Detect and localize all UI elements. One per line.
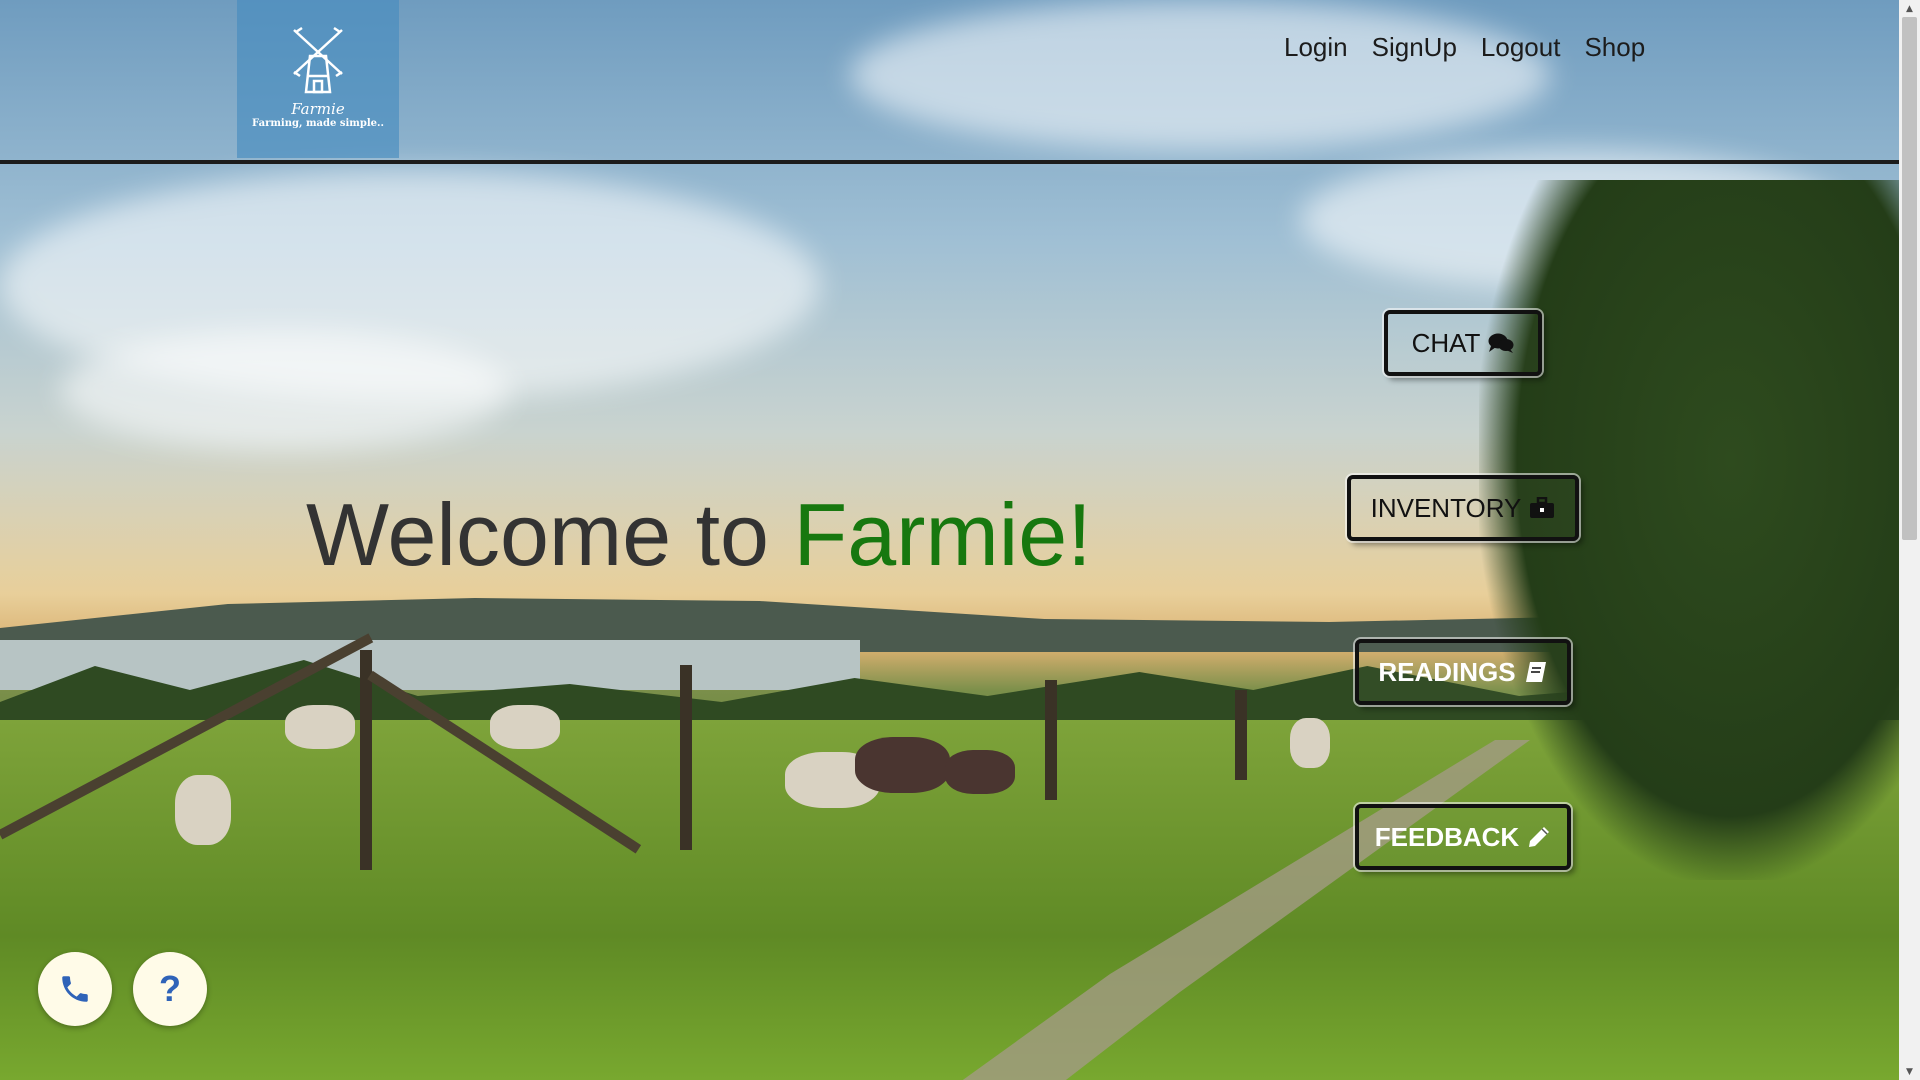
- nav-logout-link[interactable]: Logout: [1481, 32, 1561, 63]
- sheep: [945, 750, 1015, 794]
- phone-button[interactable]: [38, 952, 112, 1026]
- page-viewport: Farmie Farming, made simple.. Login Sign…: [0, 0, 1899, 1080]
- vertical-scrollbar[interactable]: ▲ ▼: [1899, 0, 1920, 1080]
- sheep: [1290, 718, 1330, 768]
- help-button[interactable]: ?: [133, 952, 207, 1026]
- phone-icon: [62, 976, 88, 1002]
- scroll-up-arrow-icon[interactable]: ▲: [1899, 0, 1920, 17]
- logo[interactable]: Farmie Farming, made simple..: [237, 0, 399, 158]
- windmill-icon: [293, 26, 343, 94]
- welcome-heading: Welcome to Farmie!: [306, 484, 1092, 586]
- scroll-down-arrow-icon[interactable]: ▼: [1899, 1063, 1920, 1080]
- nav-login-link[interactable]: Login: [1284, 32, 1348, 63]
- brand-name: Farmie: [291, 100, 345, 118]
- fence-post: [360, 650, 372, 870]
- feedback-button[interactable]: FEEDBACK: [1355, 804, 1571, 870]
- top-nav: Login SignUp Logout Shop: [1284, 32, 1645, 63]
- sheep: [855, 737, 950, 793]
- scrollbar-thumb[interactable]: [1902, 17, 1917, 540]
- brand-tagline: Farming, made simple..: [252, 118, 384, 129]
- sheep: [490, 705, 560, 749]
- sheep: [285, 705, 355, 749]
- chat-button[interactable]: CHAT: [1384, 310, 1542, 376]
- briefcase-icon: [1530, 497, 1555, 518]
- readings-button[interactable]: READINGS: [1355, 639, 1571, 705]
- pencil-icon: [1529, 827, 1550, 847]
- sheep: [175, 775, 231, 845]
- book-icon: [1525, 662, 1546, 682]
- readings-button-label: READINGS: [1378, 656, 1516, 687]
- welcome-brand: Farmie!: [793, 485, 1092, 584]
- inventory-button[interactable]: INVENTORY: [1347, 475, 1579, 541]
- welcome-prefix: Welcome to: [306, 485, 794, 584]
- site-header: Farmie Farming, made simple.. Login Sign…: [0, 0, 1899, 164]
- chat-button-label: CHAT: [1411, 327, 1481, 358]
- inventory-button-label: INVENTORY: [1370, 492, 1522, 523]
- fence-post: [680, 665, 692, 850]
- comments-icon: [1488, 333, 1514, 353]
- nav-signup-link[interactable]: SignUp: [1372, 32, 1457, 63]
- fence-post: [1045, 680, 1057, 800]
- feedback-button-label: FEEDBACK: [1374, 821, 1520, 852]
- fence-post: [1235, 690, 1247, 780]
- help-icon: ?: [159, 968, 181, 1009]
- nav-shop-link[interactable]: Shop: [1584, 32, 1645, 63]
- background-cloud: [60, 330, 510, 450]
